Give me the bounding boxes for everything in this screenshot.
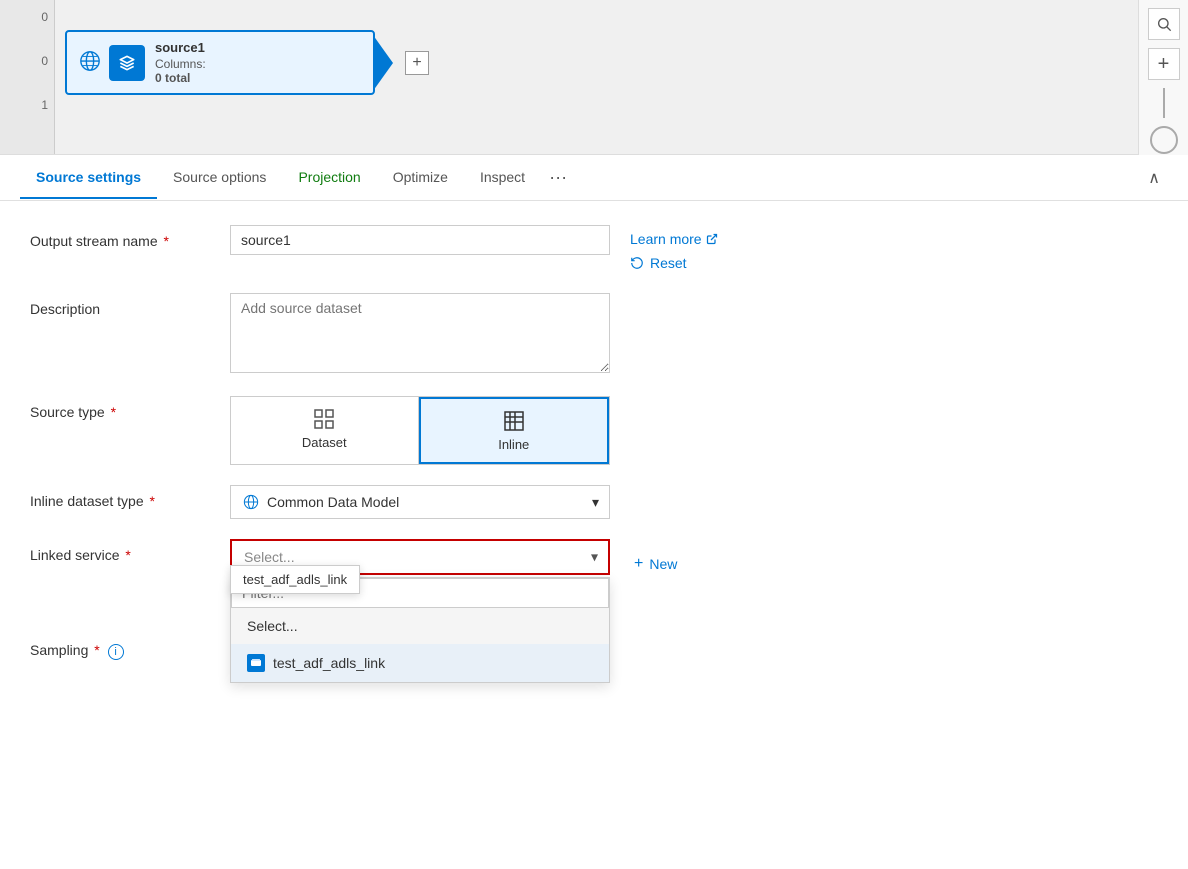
output-stream-control — [230, 225, 610, 255]
source-node-subtitle: Columns: 0 total — [155, 57, 361, 85]
ruler-0a: 0 — [41, 10, 48, 24]
source-node-globe-icon — [79, 50, 101, 75]
canvas-area: 0 0 1 — [0, 0, 1188, 155]
ruler-1: 1 — [41, 98, 48, 112]
tabs-collapse-button[interactable]: ∧ — [1140, 160, 1168, 196]
sampling-required: * — [90, 642, 99, 658]
linked-service-option-icon — [247, 654, 265, 672]
source-node-info: source1 Columns: 0 total — [155, 40, 361, 85]
sampling-label: Sampling * i — [30, 634, 230, 660]
inline-dataset-type-row: Inline dataset type * Common Data Model … — [30, 485, 1158, 519]
tabs-more-dots[interactable]: ··· — [541, 155, 575, 200]
canvas-add-button[interactable]: + — [405, 51, 429, 75]
sampling-info-icon[interactable]: i — [108, 644, 124, 660]
canvas-ruler: 0 0 1 — [0, 0, 55, 154]
external-link-icon — [706, 233, 718, 245]
tabs-bar: Source settings Source options Projectio… — [0, 155, 1188, 200]
reset-button[interactable]: Reset — [630, 255, 687, 271]
canvas-content: source1 Columns: 0 total + — [55, 0, 1188, 95]
tab-source-options[interactable]: Source options — [157, 157, 282, 199]
reset-icon — [630, 256, 644, 270]
learn-more-actions: Learn more Reset — [630, 225, 718, 273]
new-linked-service-button[interactable]: + New — [634, 547, 677, 573]
output-stream-label: Output stream name * — [30, 225, 230, 249]
search-toolbar-btn[interactable] — [1148, 8, 1180, 40]
inline-dataset-type-label: Inline dataset type * — [30, 485, 230, 509]
source-type-inline-btn[interactable]: Inline — [419, 397, 610, 464]
source-type-dataset-btn[interactable]: Dataset — [231, 397, 419, 464]
linked-service-option-default[interactable]: Select... — [231, 608, 609, 644]
tab-source-settings[interactable]: Source settings — [20, 157, 157, 199]
output-stream-row: Output stream name * Learn more — [30, 225, 1158, 273]
linked-service-chevron-icon: ▾ — [591, 549, 598, 566]
inline-dataset-type-dropdown-wrapper: Common Data Model ▾ — [230, 485, 610, 519]
linked-service-new-action: + New — [622, 539, 677, 573]
source-node[interactable]: source1 Columns: 0 total — [65, 30, 375, 95]
cdm-globe-icon — [243, 494, 259, 510]
dataset-icon — [312, 407, 336, 431]
source-type-control: Dataset Inline — [230, 396, 610, 465]
inline-dataset-type-required: * — [146, 493, 155, 509]
inline-dataset-type-chevron-icon: ▾ — [592, 494, 599, 511]
source-type-toggle: Dataset Inline — [230, 396, 610, 465]
tooltip-box: test_adf_adls_link — [230, 565, 360, 594]
toolbar-divider — [1163, 88, 1165, 118]
learn-more-link[interactable]: Learn more — [630, 231, 718, 247]
inline-icon — [502, 409, 526, 433]
adls-icon — [250, 657, 262, 669]
toolbar-circle — [1150, 126, 1178, 154]
source-node-icon — [109, 45, 145, 81]
source-type-required: * — [107, 404, 116, 420]
linked-service-row: Linked service * Select... ▾ Select... — [30, 539, 1158, 575]
description-control — [230, 293, 610, 376]
output-stream-required: * — [160, 233, 169, 249]
linked-service-label: Linked service * — [30, 539, 230, 563]
ruler-0b: 0 — [41, 54, 48, 68]
description-textarea[interactable] — [230, 293, 610, 373]
new-linked-service-plus-icon: + — [634, 555, 643, 573]
description-label: Description — [30, 293, 230, 317]
source-type-row: Source type * Dataset — [30, 396, 1158, 465]
output-stream-input[interactable] — [230, 225, 610, 255]
form-area: Output stream name * Learn more — [0, 201, 1188, 704]
inline-dataset-type-control: Common Data Model ▾ — [230, 485, 610, 519]
right-toolbar: + — [1138, 0, 1188, 155]
inline-dataset-type-dropdown[interactable]: Common Data Model ▾ — [230, 485, 610, 519]
linked-service-required: * — [122, 547, 131, 563]
tab-optimize[interactable]: Optimize — [377, 157, 464, 199]
plus-toolbar-btn[interactable]: + — [1148, 48, 1180, 80]
source-node-title: source1 — [155, 40, 361, 55]
tab-inspect[interactable]: Inspect — [464, 157, 541, 199]
linked-service-option-item[interactable]: test_adf_adls_link — [231, 644, 609, 682]
tabs-section: Source settings Source options Projectio… — [0, 155, 1188, 201]
app-container: 0 0 1 — [0, 0, 1188, 869]
description-row: Description — [30, 293, 1158, 376]
source-type-label: Source type * — [30, 396, 230, 420]
tab-projection[interactable]: Projection — [282, 157, 376, 199]
